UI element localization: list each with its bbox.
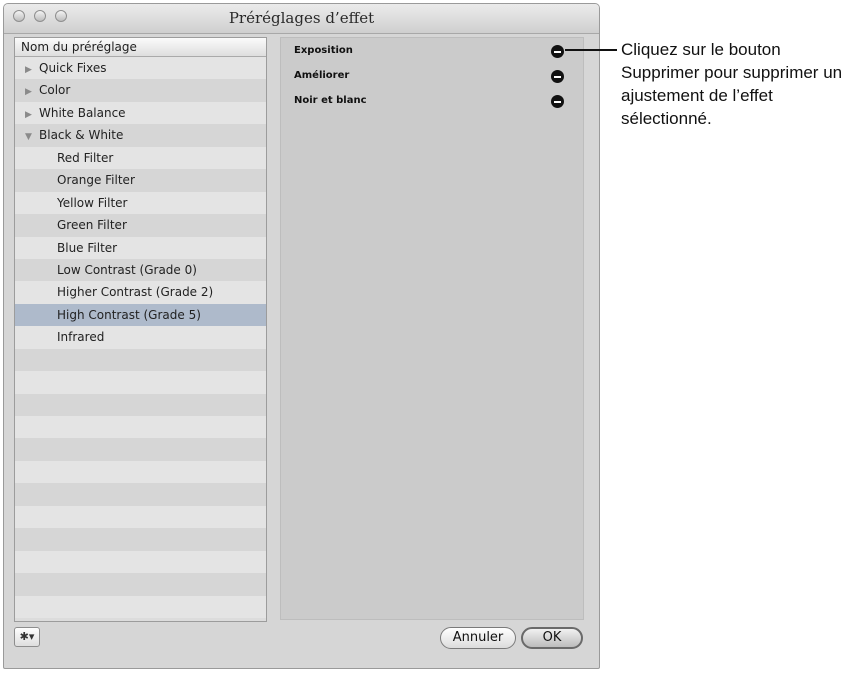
empty-row — [15, 550, 266, 574]
empty-row — [15, 460, 266, 484]
preset-label: White Balance — [39, 105, 126, 120]
empty-row — [15, 393, 266, 416]
gear-menu-button[interactable]: ✱▾ — [14, 627, 40, 647]
preset-row[interactable]: Red Filter — [15, 146, 266, 170]
disclosure-triangle-closed-icon[interactable]: ▶ — [25, 59, 39, 81]
empty-row — [15, 416, 266, 439]
title-bar: Préréglages d’effet — [4, 4, 599, 34]
preset-label: Black & White — [39, 128, 124, 143]
preset-row[interactable]: Green Filter — [15, 214, 266, 237]
disclosure-triangle-open-icon[interactable]: ▼ — [25, 126, 39, 148]
preset-row[interactable]: ▶ Quick Fixes — [15, 57, 266, 81]
adjustment-label: Noir et blanc — [294, 95, 367, 106]
disclosure-triangle-closed-icon[interactable]: ▶ — [25, 81, 39, 103]
window-title: Préréglages d’effet — [228, 9, 375, 27]
ok-button[interactable]: OK — [521, 627, 583, 649]
empty-row — [15, 483, 266, 506]
preset-label: Low Contrast (Grade 0) — [57, 262, 197, 277]
preset-row[interactable]: Yellow Filter — [15, 191, 266, 215]
preset-row[interactable]: Orange Filter — [15, 169, 266, 192]
preset-label: Red Filter — [57, 150, 114, 165]
empty-row — [15, 573, 266, 596]
adjustment-label: Exposition — [294, 45, 353, 56]
preset-row[interactable]: Higher Contrast (Grade 2) — [15, 281, 266, 304]
preset-label: Orange Filter — [57, 173, 135, 188]
preset-row[interactable]: High Contrast (Grade 5) — [15, 303, 266, 327]
gear-icon: ✱▾ — [19, 630, 35, 643]
preset-row[interactable]: Infrared — [15, 326, 266, 349]
cancel-button[interactable]: Annuler — [440, 627, 516, 649]
preset-row[interactable]: Blue Filter — [15, 236, 266, 259]
remove-adjustment-button[interactable] — [551, 70, 564, 83]
preset-rows: ▶ Quick Fixes ▶ Color ▶ White Balance ▼ Black &… — [15, 57, 266, 618]
preset-label: High Contrast (Grade 5) — [57, 307, 201, 322]
preset-row[interactable]: ▶ White Balance — [15, 101, 266, 126]
remove-adjustment-button[interactable] — [551, 45, 564, 58]
empty-row — [15, 595, 266, 618]
remove-adjustment-button[interactable] — [551, 95, 564, 108]
preset-row[interactable]: ▶ Color — [15, 79, 266, 103]
disclosure-triangle-closed-icon[interactable]: ▶ — [25, 104, 39, 126]
preset-row[interactable]: ▼ Black & White — [15, 124, 266, 148]
adjustment-label: Améliorer — [294, 70, 350, 81]
preset-label: Green Filter — [57, 218, 127, 233]
empty-row — [15, 371, 266, 394]
empty-row — [15, 348, 266, 372]
preset-label: Blue Filter — [57, 240, 118, 255]
preset-name-column-header[interactable]: Nom du préréglage — [15, 38, 266, 57]
empty-row — [15, 438, 266, 461]
adjustments-pane: Exposition Améliorer Noir et blanc — [280, 37, 584, 620]
preset-row[interactable]: Low Contrast (Grade 0) — [15, 258, 266, 282]
preset-list: Nom du préréglage ▶ Quick Fixes ▶ Color ▶ Whi… — [14, 37, 267, 622]
preset-label: Quick Fixes — [39, 61, 107, 75]
preset-label: Higher Contrast (Grade 2) — [57, 285, 214, 300]
callout-leader-line — [565, 49, 617, 51]
preset-label: Yellow Filter — [57, 195, 128, 210]
empty-row — [15, 505, 266, 529]
empty-row — [15, 528, 266, 551]
preset-label: Infrared — [57, 330, 105, 345]
callout-text: Cliquez sur le bouton Supprimer pour sup… — [621, 40, 843, 128]
preset-label: Color — [39, 83, 71, 98]
